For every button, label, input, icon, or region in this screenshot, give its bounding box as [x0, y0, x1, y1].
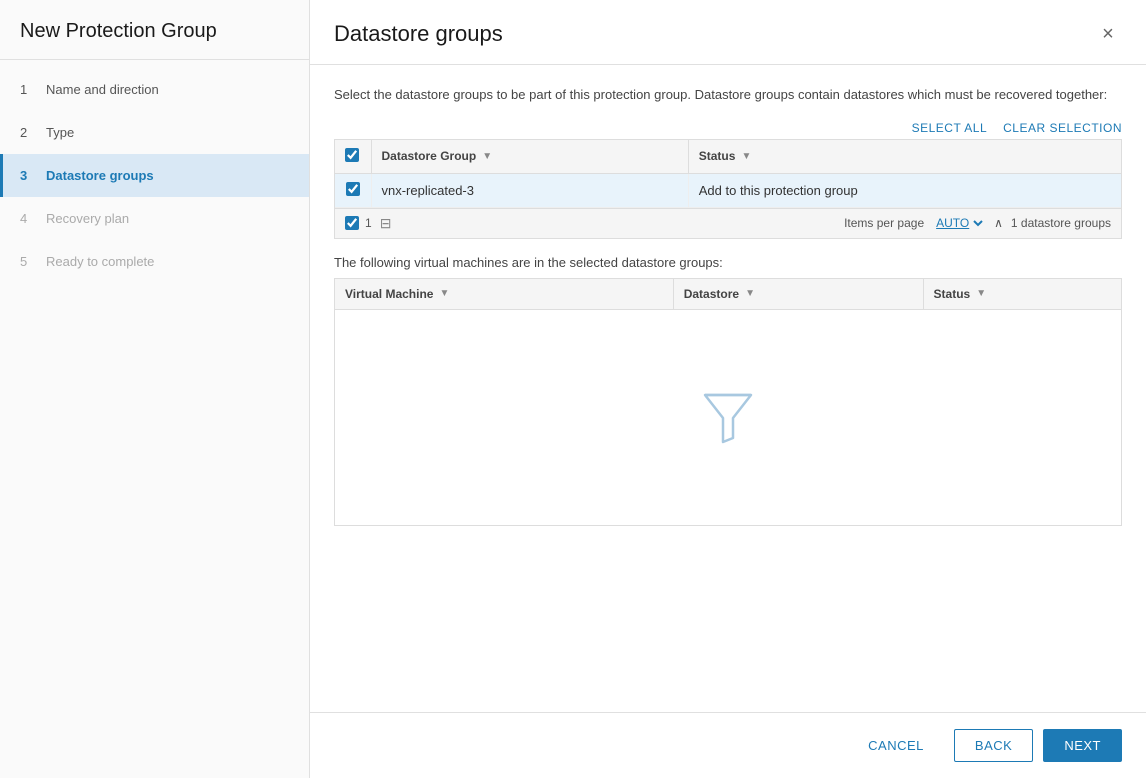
main-content: Datastore groups × Select the datastore … — [310, 0, 1146, 778]
row-status: Add to this protection group — [688, 173, 1121, 207]
header-datastore-group: Datastore Group ▼ — [371, 140, 688, 174]
sidebar: New Protection Group 1 Name and directio… — [0, 0, 310, 778]
table-footer: 1 ⊟ Items per page AUTO 10 25 50 ∧ 1 dat… — [334, 209, 1122, 239]
new-protection-group-dialog: New Protection Group 1 Name and directio… — [0, 0, 1146, 778]
empty-state — [335, 350, 1121, 485]
close-button[interactable]: × — [1094, 20, 1122, 48]
grid-icon: ⊟ — [380, 215, 392, 232]
select-all-button[interactable]: SELECT ALL — [912, 121, 988, 135]
datastore-groups-table: Datastore Group ▼ Status ▼ — [335, 140, 1121, 208]
next-button[interactable]: NEXT — [1043, 729, 1122, 762]
sidebar-step-3[interactable]: 3 Datastore groups — [0, 154, 309, 197]
step-num-1: 1 — [20, 82, 36, 97]
table-header-row: Datastore Group ▼ Status ▼ — [335, 140, 1121, 174]
vm-table-wrapper: Virtual Machine ▼ Datastore ▼ — [334, 278, 1122, 526]
table-toolbar: SELECT ALL CLEAR SELECTION — [334, 121, 1122, 135]
footer-checkbox-wrap: 1 — [345, 216, 372, 230]
table-row[interactable]: vnx-replicated-3 Add to this protection … — [335, 173, 1121, 207]
vm-section-label: The following virtual machines are in th… — [334, 255, 1122, 270]
footer-right: Items per page AUTO 10 25 50 ∧ 1 datasto… — [844, 215, 1111, 231]
step-label-4: Recovery plan — [46, 211, 129, 226]
step-label-5: Ready to complete — [46, 254, 154, 269]
footer-left: 1 ⊟ — [345, 215, 391, 232]
back-button[interactable]: BACK — [954, 729, 1033, 762]
cancel-button[interactable]: CANCEL — [848, 730, 944, 761]
vm-status-filter-icon[interactable]: ▼ — [976, 288, 986, 299]
vm-empty-row — [335, 309, 1121, 525]
header-status: Status ▼ — [688, 140, 1121, 174]
sidebar-step-5: 5 Ready to complete — [0, 240, 309, 283]
funnel-icon — [703, 390, 753, 445]
step-num-4: 4 — [20, 211, 36, 226]
step-label-1: Name and direction — [46, 82, 159, 97]
vm-header-virtual-machine: Virtual Machine ▼ — [335, 279, 673, 310]
per-page-select[interactable]: AUTO 10 25 50 — [932, 215, 986, 231]
datastore-filter-icon[interactable]: ▼ — [745, 288, 755, 299]
sidebar-title: New Protection Group — [0, 0, 309, 60]
main-body: Select the datastore groups to be part o… — [310, 65, 1146, 712]
step-label-2: Type — [46, 125, 74, 140]
description-text: Select the datastore groups to be part o… — [334, 85, 1122, 105]
main-title: Datastore groups — [334, 21, 503, 47]
step-num-5: 5 — [20, 254, 36, 269]
funnel-svg — [703, 390, 753, 445]
row-datastore-group: vnx-replicated-3 — [371, 173, 688, 207]
footer-checkbox[interactable] — [345, 216, 359, 230]
chevron-up-icon: ∧ — [994, 216, 1003, 230]
sidebar-step-4: 4 Recovery plan — [0, 197, 309, 240]
vm-header-datastore: Datastore ▼ — [673, 279, 923, 310]
header-checkbox-cell — [335, 140, 371, 174]
vm-header-row: Virtual Machine ▼ Datastore ▼ — [335, 279, 1121, 310]
vm-filter-icon[interactable]: ▼ — [439, 288, 449, 299]
vm-table: Virtual Machine ▼ Datastore ▼ — [335, 279, 1121, 525]
sidebar-steps: 1 Name and direction 2 Type 3 Datastore … — [0, 60, 309, 778]
datastore-group-filter-icon[interactable]: ▼ — [482, 151, 492, 162]
step-num-2: 2 — [20, 125, 36, 140]
status-filter-icon[interactable]: ▼ — [741, 151, 751, 162]
sidebar-step-1[interactable]: 1 Name and direction — [0, 68, 309, 111]
row-checkbox-cell — [335, 173, 371, 207]
vm-header-status: Status ▼ — [923, 279, 1121, 310]
select-all-checkbox[interactable] — [345, 148, 359, 162]
datastore-groups-table-wrapper: Datastore Group ▼ Status ▼ — [334, 139, 1122, 209]
step-num-3: 3 — [20, 168, 36, 183]
step-label-3: Datastore groups — [46, 168, 154, 183]
vm-tbody — [335, 309, 1121, 525]
sidebar-step-2[interactable]: 2 Type — [0, 111, 309, 154]
row-checkbox[interactable] — [346, 182, 360, 196]
dialog-footer: CANCEL BACK NEXT — [310, 712, 1146, 778]
vm-empty-state — [335, 309, 1121, 525]
clear-selection-button[interactable]: CLEAR SELECTION — [1003, 121, 1122, 135]
main-header: Datastore groups × — [310, 0, 1146, 65]
datastore-groups-tbody: vnx-replicated-3 Add to this protection … — [335, 173, 1121, 207]
